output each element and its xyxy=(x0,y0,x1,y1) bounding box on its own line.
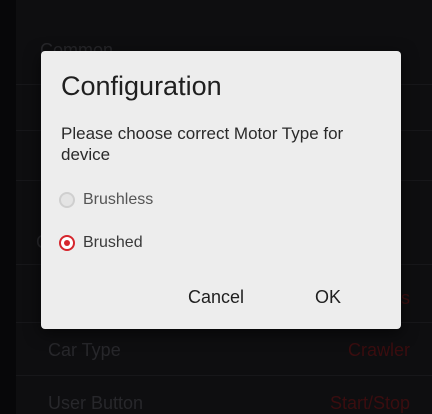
radio-unchecked-icon[interactable] xyxy=(59,192,75,208)
option-label: Brushless xyxy=(83,191,154,208)
cancel-button[interactable]: Cancel xyxy=(182,283,250,312)
radio-option-brushless[interactable]: Brushless xyxy=(59,185,359,215)
dialog-message: Please choose correct Motor Type for dev… xyxy=(61,124,344,164)
radio-checked-icon[interactable] xyxy=(59,235,75,251)
option-label: Brushed xyxy=(83,234,143,251)
dialog-title: Configuration xyxy=(61,71,222,101)
ok-button[interactable]: OK xyxy=(309,283,347,312)
configuration-dialog: Configuration Please choose correct Moto… xyxy=(41,51,401,329)
radio-option-brushed[interactable]: Brushed xyxy=(59,228,359,258)
